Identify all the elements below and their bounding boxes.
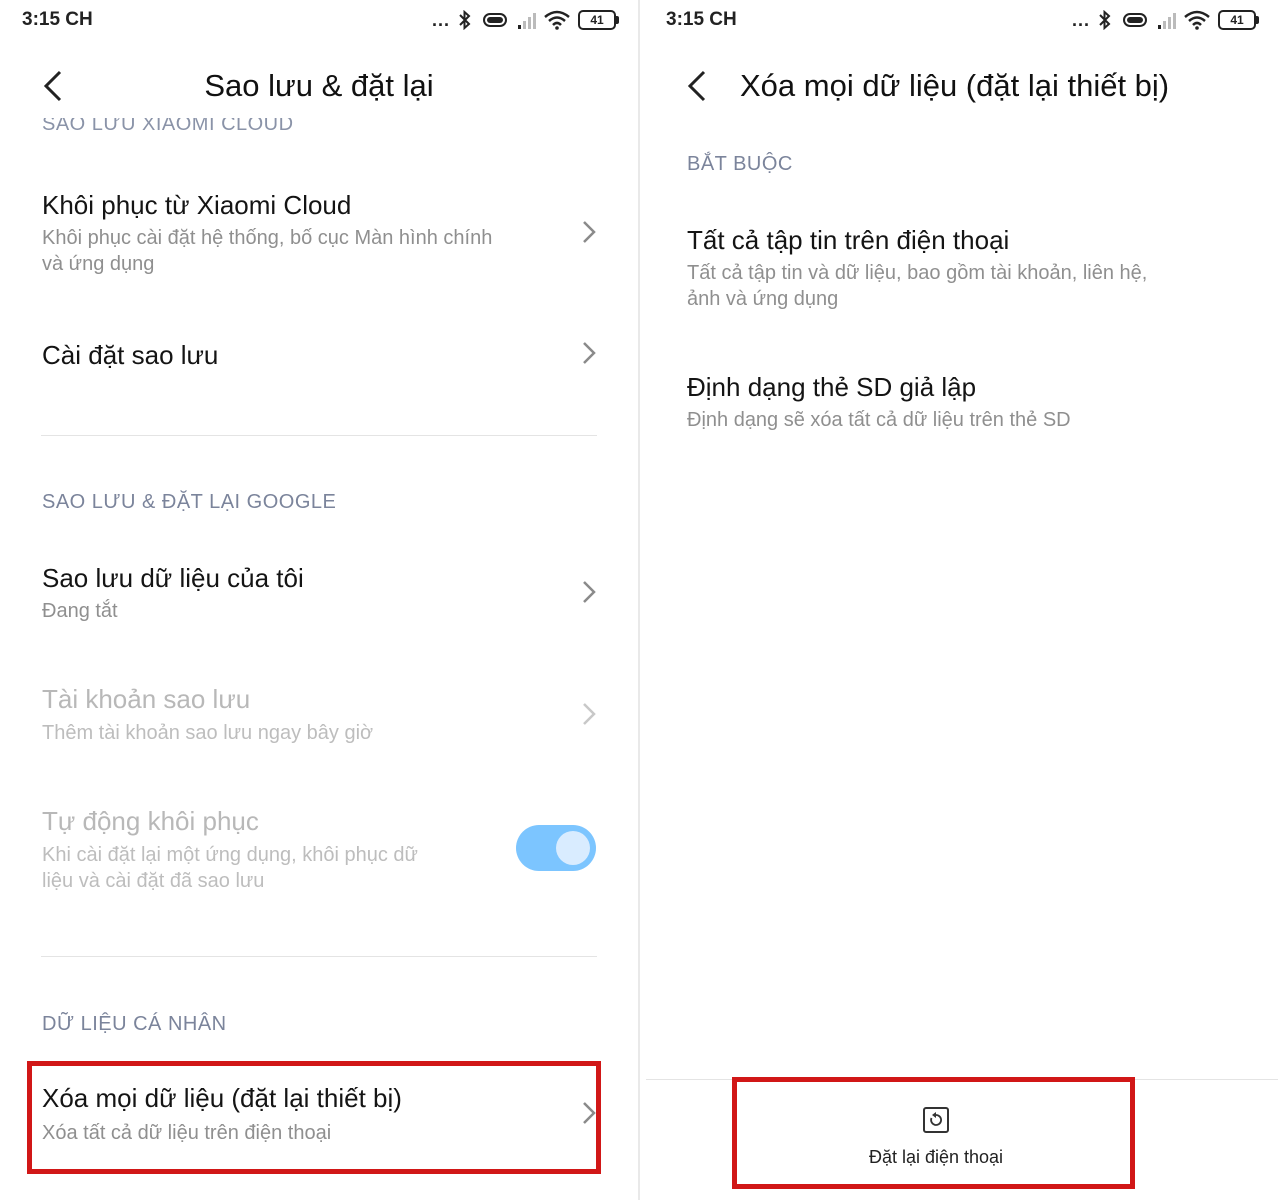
section-divider — [41, 956, 597, 957]
reset-phone-label: Đặt lại điện thoại — [868, 1147, 1004, 1167]
header: Xóa mọi dữ liệu (đặt lại thiết bị) — [640, 58, 1278, 118]
signal-icon — [1158, 11, 1176, 29]
row-title: Sao lưu dữ liệu của tôi — [42, 563, 304, 593]
restore-from-xiaomi-cloud[interactable]: Khôi phục từ Xiaomi Cloud Khôi phục cài … — [0, 180, 638, 300]
chevron-right-icon — [583, 1102, 596, 1124]
row-title: Xóa mọi dữ liệu (đặt lại thiết bị) — [42, 1083, 402, 1113]
status-time: 3:15 CH — [666, 9, 737, 30]
wifi-icon — [1184, 10, 1210, 30]
row-title: Tất cả tập tin trên điện thoại — [687, 225, 1010, 255]
backup-reset-screen: 3:15 CH ... 41 Sao lưu & đặt lại SAO LƯU… — [0, 0, 638, 1200]
backup-my-data[interactable]: Sao lưu dữ liệu của tôi Đang tắt — [0, 555, 638, 645]
backup-settings[interactable]: Cài đặt sao lưu — [0, 320, 638, 390]
header: Sao lưu & đặt lại — [0, 58, 638, 118]
row-subtitle: Khi cài đặt lại một ứng dụng, khôi phục … — [42, 844, 418, 892]
status-bar: 3:15 CH ... 41 — [640, 0, 1278, 40]
wifi-icon — [544, 10, 570, 30]
chevron-right-icon — [583, 221, 596, 243]
reset-icon — [923, 1107, 949, 1133]
reset-phone-button[interactable]: Đặt lại điện thoại — [736, 1080, 1136, 1186]
chevron-right-icon — [583, 703, 596, 725]
vibrate-icon — [1123, 13, 1147, 27]
chevron-right-icon — [583, 581, 596, 603]
section-label-xiaomi-cloud: SAO LƯU XIAOMI CLOUD — [42, 118, 294, 135]
bluetooth-icon — [1099, 10, 1111, 30]
row-title: Tự động khôi phục — [42, 806, 259, 836]
section-label-required: BẮT BUỘC — [687, 153, 793, 175]
row-subtitle: Thêm tài khoản sao lưu ngay bây giờ — [42, 722, 374, 744]
all-phone-files: Tất cả tập tin trên điện thoại Tất cả tậ… — [640, 215, 1278, 325]
erase-data-screen: 3:15 CH ... 41 Xóa mọi dữ liệu (đặt lại … — [640, 0, 1278, 1200]
page-title: Sao lưu & đặt lại — [204, 68, 434, 103]
back-icon[interactable] — [680, 66, 716, 106]
bluetooth-icon — [459, 10, 471, 30]
row-subtitle: Tất cả tập tin và dữ liệu, bao gồm tài k… — [687, 262, 1148, 310]
erase-all-data[interactable]: Xóa mọi dữ liệu (đặt lại thiết bị) Xóa t… — [0, 1075, 638, 1170]
row-title: Tài khoản sao lưu — [42, 684, 251, 714]
auto-restore-toggle[interactable] — [516, 825, 596, 871]
more-notifications-icon: ... — [1071, 10, 1090, 30]
row-subtitle: Đang tắt — [42, 600, 118, 622]
backup-account[interactable]: Tài khoản sao lưu Thêm tài khoản sao lưu… — [0, 678, 638, 768]
vibrate-icon — [483, 13, 507, 27]
page-title: Xóa mọi dữ liệu (đặt lại thiết bị) — [740, 68, 1170, 103]
status-bar: 3:15 CH ... 41 — [0, 0, 638, 40]
status-icons: ... 41 — [1071, 9, 1259, 31]
section-label-personal-data: DỮ LIỆU CÁ NHÂN — [42, 1013, 227, 1035]
more-notifications-icon: ... — [431, 10, 450, 30]
toggle-knob — [556, 831, 590, 865]
chevron-right-icon — [583, 342, 596, 364]
auto-restore: Tự động khôi phục Khi cài đặt lại một ứn… — [0, 800, 638, 910]
row-title: Cài đặt sao lưu — [42, 340, 219, 370]
status-icons: ... 41 — [431, 9, 619, 31]
section-label-google: SAO LƯU & ĐẶT LẠI GOOGLE — [42, 491, 337, 513]
row-subtitle: Khôi phục cài đặt hệ thống, bố cục Màn h… — [42, 227, 493, 275]
section-divider — [41, 435, 597, 436]
signal-icon — [518, 11, 536, 29]
row-subtitle: Định dạng sẽ xóa tất cả dữ liệu trên thẻ… — [687, 409, 1071, 431]
row-subtitle: Xóa tất cả dữ liệu trên điện thoại — [42, 1122, 332, 1144]
battery-icon: 41 — [578, 10, 619, 30]
battery-icon: 41 — [1218, 10, 1259, 30]
status-time: 3:15 CH — [22, 9, 93, 30]
format-virtual-sd: Định dạng thẻ SD giả lập Định dạng sẽ xó… — [640, 362, 1278, 442]
row-title: Khôi phục từ Xiaomi Cloud — [42, 190, 352, 220]
row-title: Định dạng thẻ SD giả lập — [687, 372, 977, 402]
